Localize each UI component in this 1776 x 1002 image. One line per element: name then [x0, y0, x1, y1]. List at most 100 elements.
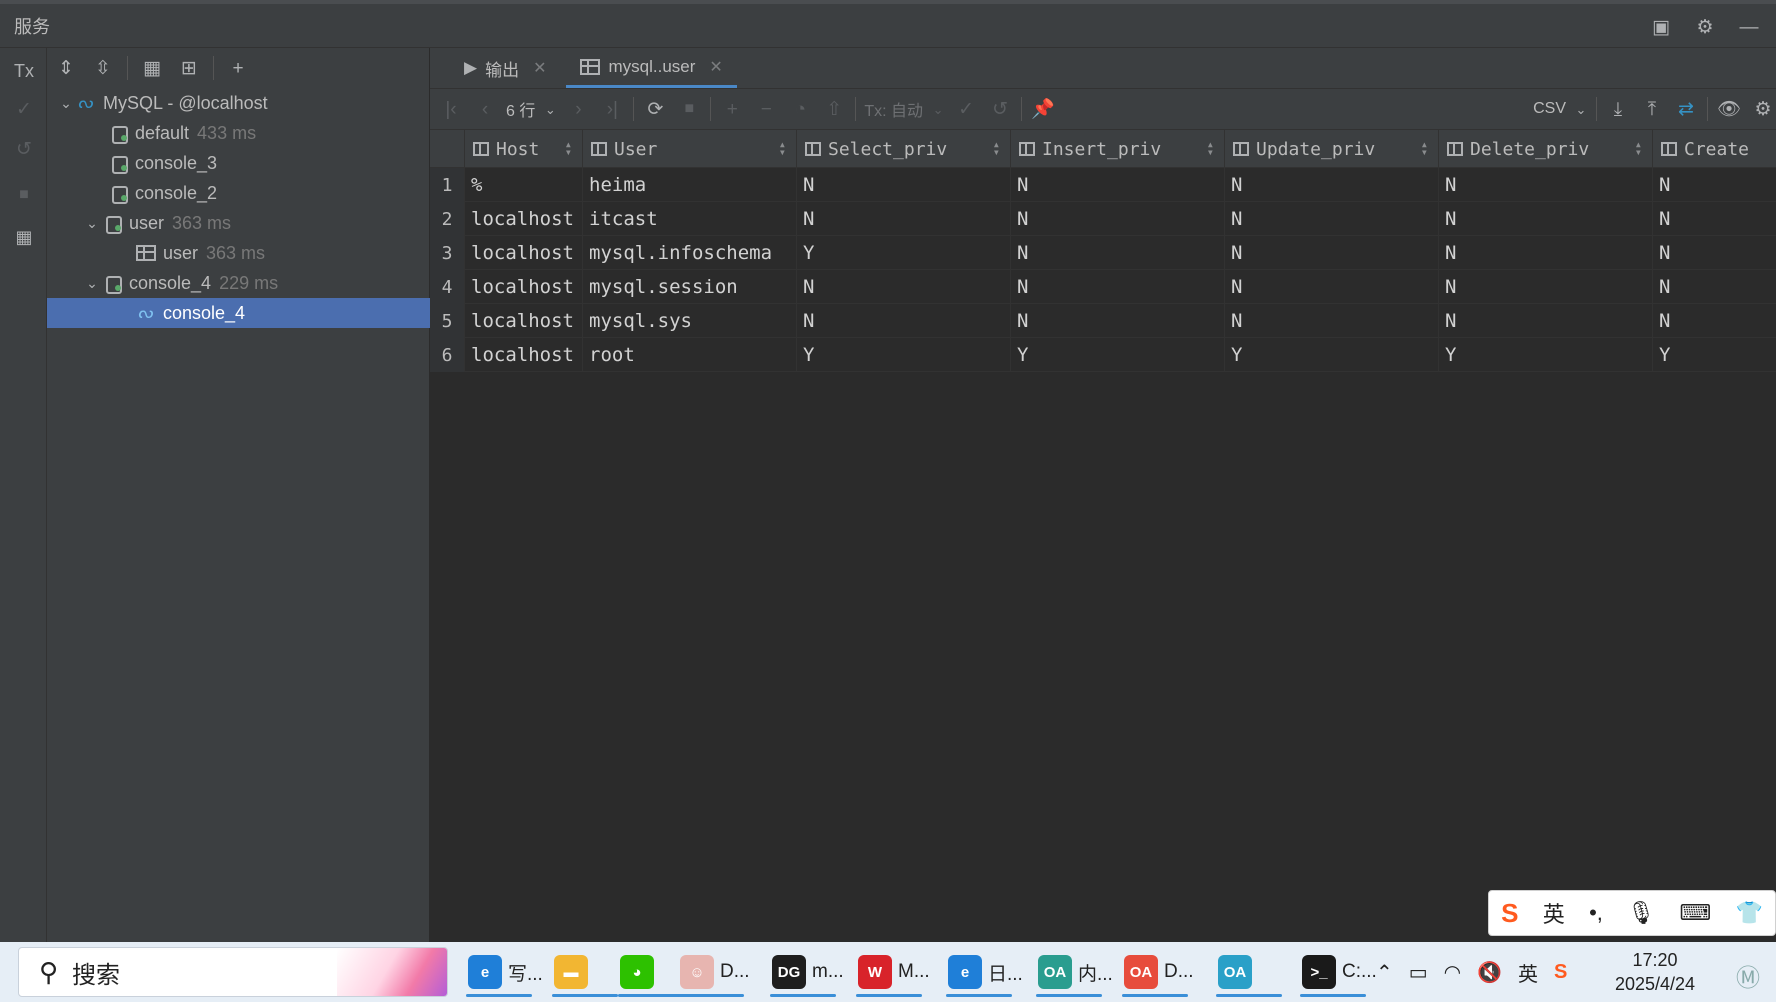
- tree-node-console-4-selected[interactable]: ᔓ console_4: [47, 298, 430, 328]
- cell-insert-priv[interactable]: N: [1010, 202, 1224, 236]
- taskbar-app[interactable]: OA D...: [1118, 947, 1194, 997]
- gear-icon[interactable]: ⚙: [1750, 96, 1776, 122]
- export-format-dropdown[interactable]: CSV: [1533, 100, 1566, 118]
- cell-select-priv[interactable]: N: [796, 304, 1010, 338]
- tree-node-default[interactable]: default 433 ms: [47, 118, 430, 148]
- last-page-icon[interactable]: ›|: [599, 96, 625, 122]
- cell-delete-priv[interactable]: N: [1438, 270, 1652, 304]
- taskbar-app[interactable]: DG m...: [766, 947, 844, 997]
- cell-insert-priv[interactable]: N: [1010, 168, 1224, 202]
- cell-update-priv[interactable]: N: [1224, 168, 1438, 202]
- table-row[interactable]: 3 localhost mysql.infoschema Y N N N N: [430, 236, 1776, 270]
- tree-node-console-4-session[interactable]: ⌄ console_4 229 ms: [47, 268, 430, 298]
- stop-icon[interactable]: ■: [676, 96, 702, 122]
- chevron-down-icon[interactable]: ⌄: [1574, 96, 1588, 122]
- column-header-update-priv[interactable]: Update_priv ▴ ▾: [1224, 130, 1438, 168]
- expand-all-icon[interactable]: ⇕: [53, 55, 79, 81]
- column-header-create[interactable]: Create: [1652, 130, 1776, 168]
- chevron-up-icon[interactable]: ⌃: [1376, 960, 1393, 985]
- rollback-icon[interactable]: ↺: [11, 136, 37, 162]
- notification-icon[interactable]: Ⓜ: [1736, 958, 1760, 993]
- commit-icon[interactable]: ✓: [11, 96, 37, 122]
- skin-icon[interactable]: 👕: [1735, 900, 1762, 926]
- cell-delete-priv[interactable]: N: [1438, 202, 1652, 236]
- cell-user[interactable]: heima: [582, 168, 796, 202]
- volume-muted-icon[interactable]: 🔇: [1477, 960, 1502, 985]
- table-row[interactable]: 6 localhost root Y Y Y Y Y: [430, 338, 1776, 372]
- taskbar-app[interactable]: W M...: [852, 947, 930, 997]
- row-number[interactable]: 6: [430, 338, 464, 372]
- cell-create[interactable]: N: [1652, 202, 1776, 236]
- rollback-icon[interactable]: ↺: [987, 96, 1013, 122]
- row-number[interactable]: 3: [430, 236, 464, 270]
- group-by-icon[interactable]: ▦: [139, 55, 165, 81]
- cell-host[interactable]: localhost: [464, 270, 582, 304]
- tree-node-mysql-localhost[interactable]: ⌄ ᔓ MySQL - @localhost: [47, 88, 430, 118]
- eye-icon[interactable]: 👁: [1716, 96, 1742, 122]
- cell-select-priv[interactable]: Y: [796, 236, 1010, 270]
- close-icon[interactable]: ✕: [709, 57, 722, 77]
- taskbar-app[interactable]: e 写...: [462, 947, 543, 997]
- cell-user[interactable]: mysql.sys: [582, 304, 796, 338]
- add-row-icon[interactable]: +: [719, 96, 745, 122]
- sort-icon[interactable]: ▴ ▾: [1421, 138, 1428, 158]
- chevron-down-icon[interactable]: ⌄: [931, 96, 945, 122]
- taskbar-app[interactable]: e 日...: [942, 947, 1023, 997]
- taskbar-search-box[interactable]: ⚲ 搜索: [18, 947, 448, 997]
- row-number[interactable]: 1: [430, 168, 464, 202]
- cell-update-priv[interactable]: N: [1224, 202, 1438, 236]
- sogou-logo-icon[interactable]: S: [1501, 898, 1518, 929]
- tree-node-console-2[interactable]: console_2: [47, 178, 430, 208]
- cell-host[interactable]: localhost: [464, 236, 582, 270]
- cell-user[interactable]: mysql.session: [582, 270, 796, 304]
- taskbar-app[interactable]: ☺ D...: [674, 947, 750, 997]
- tree-node-user-table[interactable]: user 363 ms: [47, 238, 430, 268]
- cell-delete-priv[interactable]: N: [1438, 236, 1652, 270]
- column-header-select-priv[interactable]: Select_priv ▴ ▾: [796, 130, 1010, 168]
- table-row[interactable]: 5 localhost mysql.sys N N N N N: [430, 304, 1776, 338]
- sort-icon[interactable]: ▴ ▾: [565, 138, 572, 158]
- column-header-host[interactable]: Host ▴ ▾: [464, 130, 582, 168]
- cell-user[interactable]: mysql.infoschema: [582, 236, 796, 270]
- cell-insert-priv[interactable]: N: [1010, 270, 1224, 304]
- cell-insert-priv[interactable]: N: [1010, 304, 1224, 338]
- tx-mode-button[interactable]: Tx: [11, 58, 37, 84]
- cell-select-priv[interactable]: Y: [796, 338, 1010, 372]
- compare-icon[interactable]: ⇄: [1673, 96, 1699, 122]
- add-icon[interactable]: +: [225, 55, 251, 81]
- battery-icon[interactable]: ▭: [1409, 960, 1428, 985]
- cell-host[interactable]: localhost: [464, 202, 582, 236]
- gear-icon[interactable]: ⚙: [1692, 14, 1718, 40]
- rows-count-dropdown[interactable]: 6 行: [506, 97, 535, 121]
- taskbar-app[interactable]: OA 内...: [1032, 947, 1113, 997]
- sort-icon[interactable]: ▴ ▾: [1635, 138, 1642, 158]
- sort-icon[interactable]: ▴ ▾: [993, 138, 1000, 158]
- cell-select-priv[interactable]: N: [796, 168, 1010, 202]
- minimize-icon[interactable]: —: [1736, 14, 1762, 40]
- table-row[interactable]: 4 localhost mysql.session N N N N N: [430, 270, 1776, 304]
- filter-icon[interactable]: ⊞: [176, 55, 202, 81]
- first-page-icon[interactable]: |‹: [438, 96, 464, 122]
- table-row[interactable]: 1% heima N N N N N: [430, 168, 1776, 202]
- download-icon[interactable]: ⤓: [1605, 96, 1631, 122]
- cell-host[interactable]: localhost: [464, 304, 582, 338]
- chevron-down-icon[interactable]: ⌄: [57, 95, 75, 112]
- cell-create[interactable]: N: [1652, 304, 1776, 338]
- cell-delete-priv[interactable]: Y: [1438, 338, 1652, 372]
- row-number[interactable]: 4: [430, 270, 464, 304]
- sort-icon[interactable]: ▴ ▾: [1207, 138, 1214, 158]
- previous-page-icon[interactable]: ‹: [472, 96, 498, 122]
- chevron-down-icon[interactable]: ⌄: [543, 96, 557, 122]
- cell-create[interactable]: N: [1652, 270, 1776, 304]
- tray-language-indicator[interactable]: 英: [1518, 958, 1538, 987]
- cell-update-priv[interactable]: N: [1224, 270, 1438, 304]
- tree-node-console-3[interactable]: console_3: [47, 148, 430, 178]
- submit-icon[interactable]: ⇧: [821, 96, 847, 122]
- cell-delete-priv[interactable]: N: [1438, 168, 1652, 202]
- taskbar-clock[interactable]: 17:20 2025/4/24: [1600, 948, 1710, 996]
- ime-punctuation-toggle[interactable]: •,: [1589, 900, 1603, 926]
- cell-user[interactable]: root: [582, 338, 796, 372]
- column-header-delete-priv[interactable]: Delete_priv ▴ ▾: [1438, 130, 1652, 168]
- cell-delete-priv[interactable]: N: [1438, 304, 1652, 338]
- cell-insert-priv[interactable]: N: [1010, 236, 1224, 270]
